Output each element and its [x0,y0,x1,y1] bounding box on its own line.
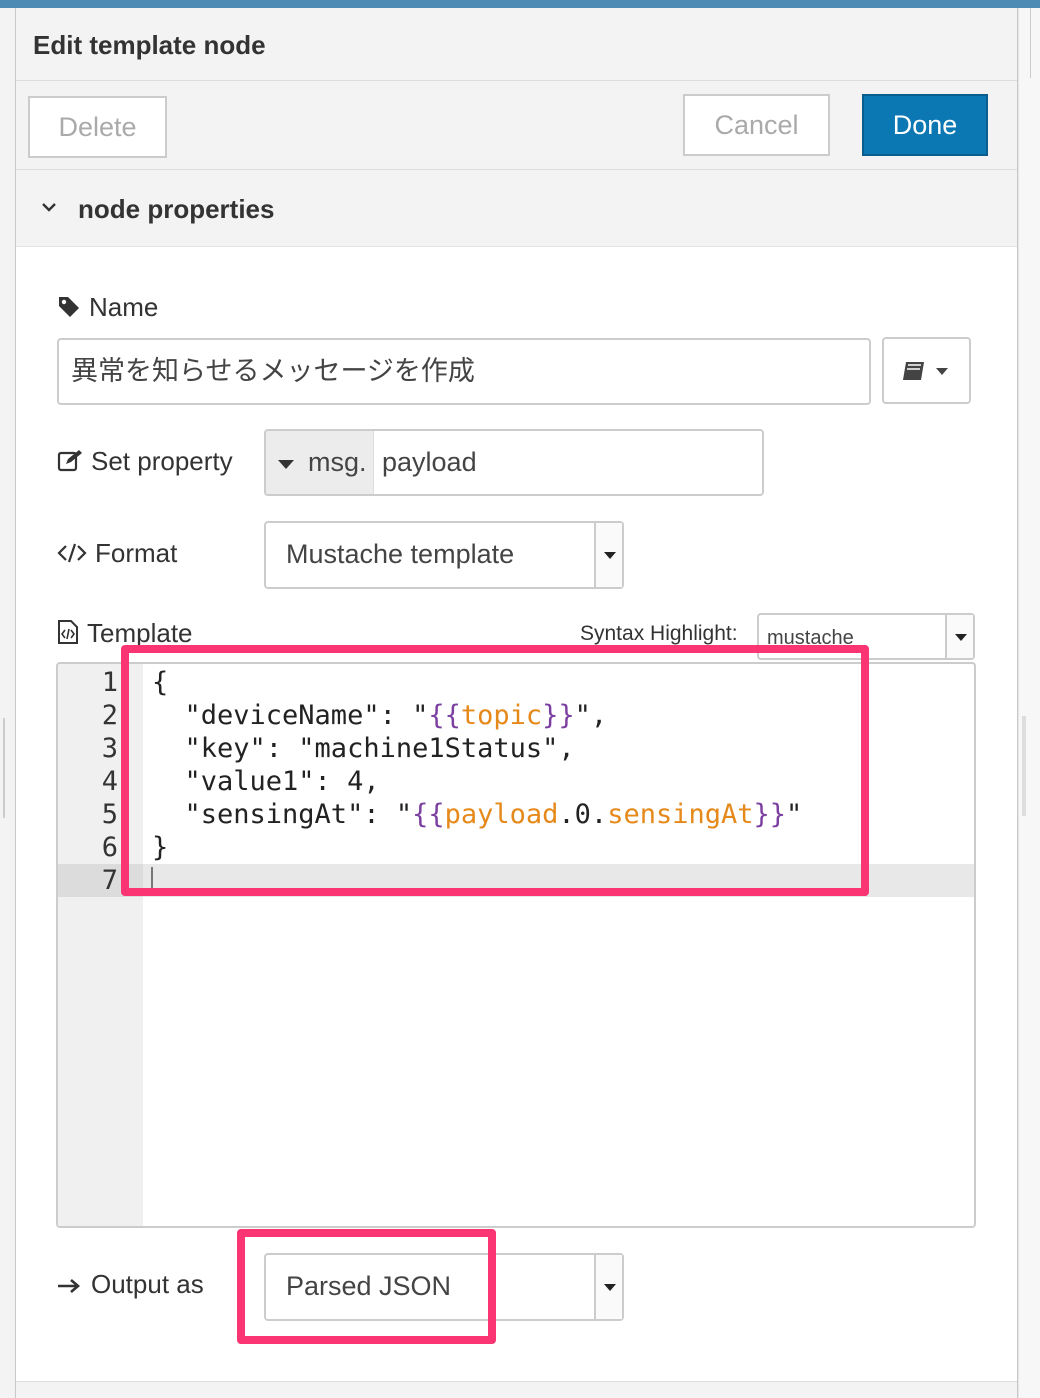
set-property-label-text: Set property [91,446,233,476]
section-label: node properties [78,194,275,224]
tray-title: Edit template node [33,30,266,60]
workspace-edge [1018,8,1040,1398]
line-number: 7 [101,865,118,896]
code-icon [57,543,87,563]
format-select[interactable]: Mustache template [264,521,624,589]
book-icon [903,362,948,380]
line-number: 2 [101,700,118,731]
resize-handle[interactable] [3,718,9,818]
scrollbar-grip[interactable] [1022,716,1026,816]
property-input[interactable]: msg. payload [264,429,764,496]
output-label: Output as [57,1269,204,1300]
top-accent-bar [0,0,1040,8]
line-number: 6 [101,832,118,863]
name-label-text: Name [89,292,159,322]
line-number: 3 [101,733,118,764]
property-type: msg. [308,447,367,477]
file-code-icon [58,620,78,644]
name-label: Name [57,292,158,323]
delete-button[interactable]: Delete [28,96,167,158]
select-arrow-icon [594,1255,622,1319]
property-type-selector[interactable]: msg. [266,431,374,494]
workspace-divider [1030,8,1031,78]
chevron-down-icon [42,203,56,212]
section-header-node-properties[interactable]: node properties [16,170,1017,247]
select-arrow-icon [594,523,622,587]
next-section-edge [16,1382,1017,1398]
line-number: 1 [101,667,118,698]
select-arrow-icon [945,615,973,658]
format-label: Format [57,538,177,569]
line-number: 5 [101,799,118,830]
highlight-box-template [121,645,869,896]
cancel-button[interactable]: Cancel [683,94,830,156]
caret-down-icon [278,460,294,469]
syntax-highlight-label: Syntax Highlight: [580,622,738,645]
line-number: 4 [101,766,118,797]
name-input[interactable]: 異常を知らせるメッセージを作成 [57,338,871,405]
library-button[interactable] [882,337,971,404]
output-label-text: Output as [91,1269,204,1299]
set-property-label: Set property [57,446,233,477]
arrow-right-icon [58,1279,80,1293]
property-value: payload [382,447,477,477]
tray-header: Edit template node [16,8,1017,81]
edit-icon [57,450,82,472]
format-label-text: Format [95,538,178,568]
highlight-box-output [237,1229,496,1344]
tag-icon [59,297,79,317]
template-label-text: Template [87,618,193,648]
done-button[interactable]: Done [862,94,988,156]
tray-toolbar: Delete Cancel Done [16,81,1017,170]
format-select-value: Mustache template [286,539,515,569]
